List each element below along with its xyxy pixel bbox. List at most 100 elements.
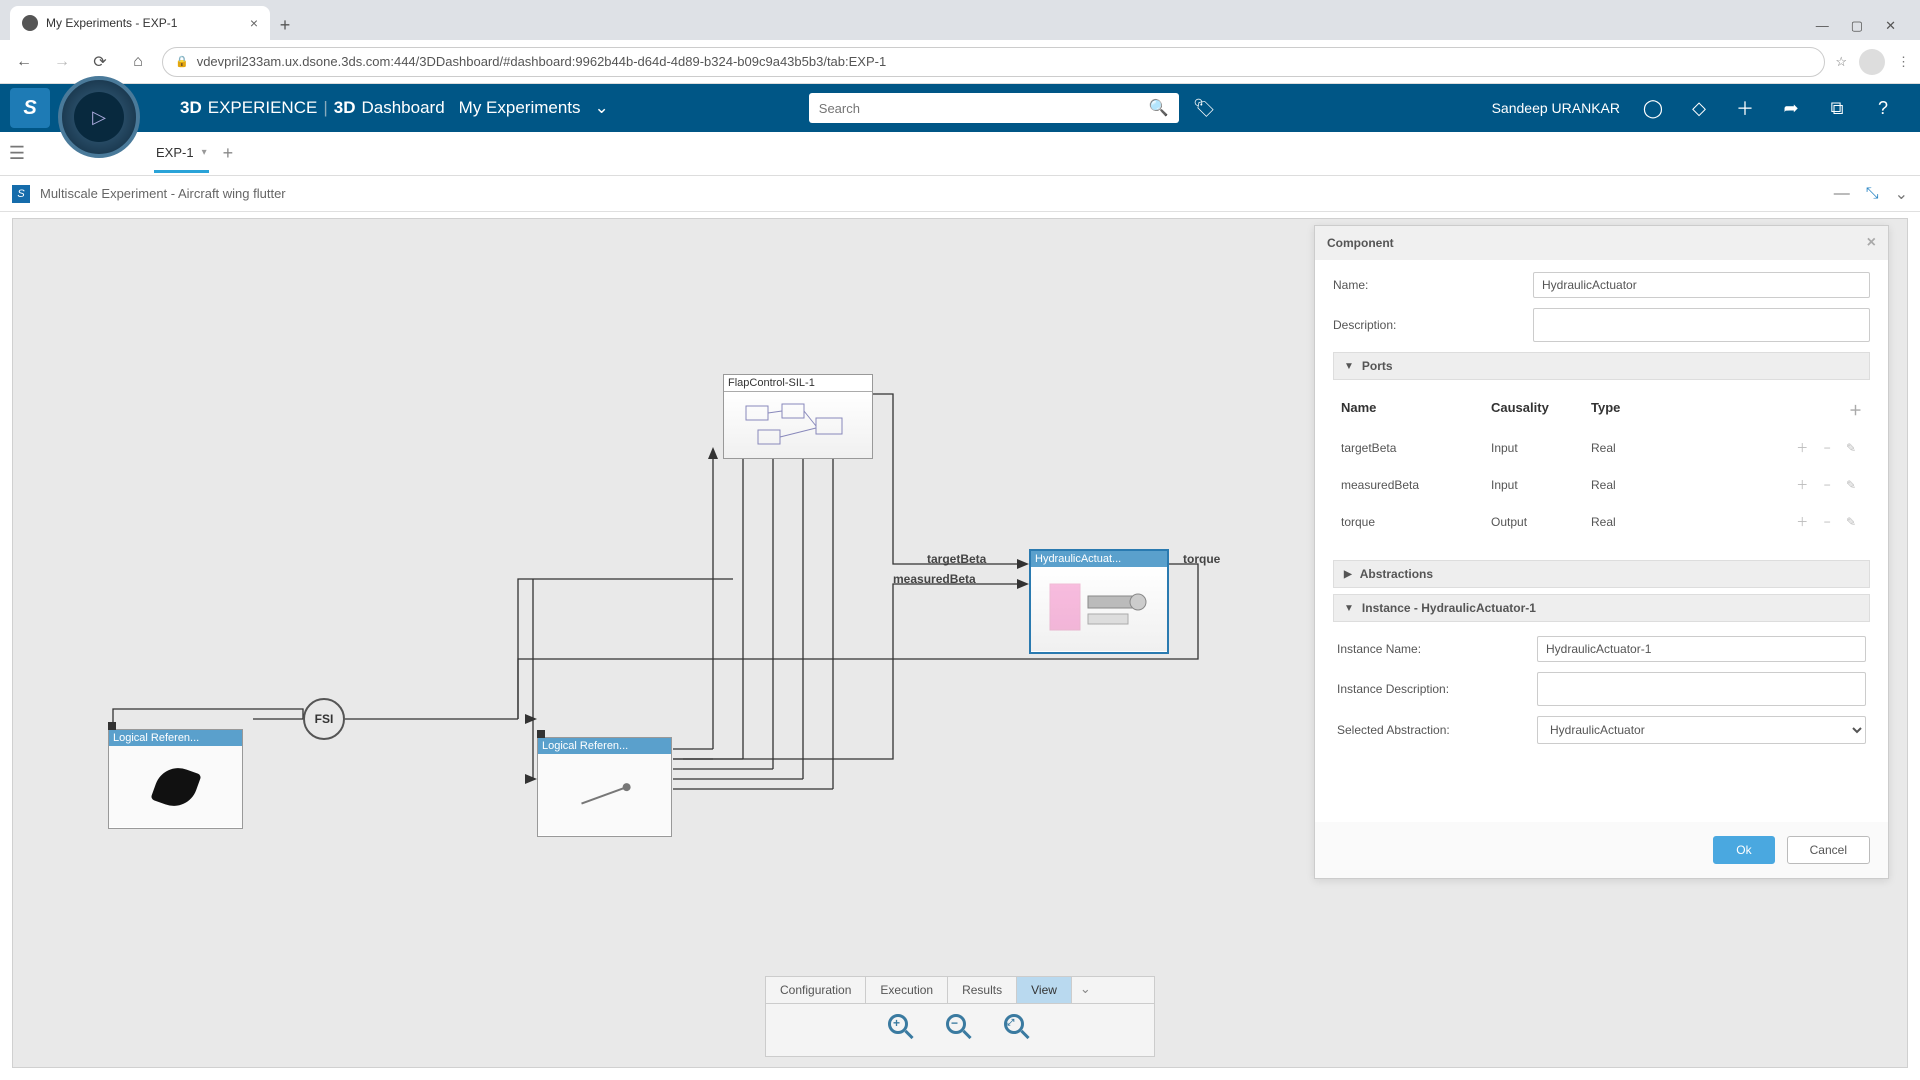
section-label: Abstractions <box>1360 567 1433 581</box>
minimize-widget-icon[interactable]: — <box>1834 185 1850 203</box>
ds-logo[interactable]: S <box>10 88 50 128</box>
home-button[interactable]: ⌂ <box>124 48 152 76</box>
widget-menu-icon[interactable]: ⌄ <box>1895 184 1908 204</box>
fsi-node[interactable]: FSI <box>303 698 345 740</box>
port-actions[interactable]: ＋ − ✎ <box>1691 439 1862 456</box>
experiment-bar: S Multiscale Experiment - Aircraft wing … <box>0 176 1920 212</box>
tab-configuration[interactable]: Configuration <box>766 977 866 1003</box>
select-abstraction[interactable]: HydraulicActuator <box>1537 716 1866 744</box>
section-abstractions[interactable]: ▶Abstractions <box>1333 560 1870 588</box>
ports-table: Name Causality Type ＋ targetBeta Input R… <box>1333 390 1870 540</box>
profile-avatar[interactable] <box>1859 49 1885 75</box>
share-icon[interactable]: ➦ <box>1778 95 1804 121</box>
triangle-down-icon: ▼ <box>1344 361 1354 372</box>
brand-3d-2: 3D <box>334 98 356 118</box>
tab-view[interactable]: View <box>1017 977 1072 1003</box>
ok-button[interactable]: Ok <box>1713 836 1774 864</box>
add-port-icon[interactable]: ＋ <box>1691 400 1862 419</box>
node-hydraulic-actuator[interactable]: HydraulicActuat... <box>1029 549 1169 654</box>
fsi-label: FSI <box>315 712 334 726</box>
forward-button[interactable]: → <box>48 48 76 76</box>
section-instance[interactable]: ▼Instance - HydraulicActuator-1 <box>1333 594 1870 622</box>
brand-sep: | <box>323 98 327 118</box>
notification-icon[interactable]: ◇ <box>1686 95 1712 121</box>
search-box[interactable]: 🔍 <box>809 93 1179 123</box>
canvas[interactable]: FSI Logical Referen... Logical Referen..… <box>12 218 1908 1068</box>
url-field[interactable]: 🔒 vdevpril233am.ux.dsone.3ds.com:444/3DD… <box>162 47 1825 77</box>
port-causality: Input <box>1491 478 1591 492</box>
input-name[interactable] <box>1533 272 1870 298</box>
header-right: Sandeep URANKAR ◯ ◇ ＋ ➦ ⧉ ? <box>1492 95 1920 121</box>
label-instance-desc: Instance Description: <box>1337 682 1537 696</box>
ports-head: Name Causality Type ＋ <box>1333 390 1870 429</box>
reload-button[interactable]: ⟳ <box>86 48 114 76</box>
menu-icon[interactable]: ⋮ <box>1897 54 1910 70</box>
node-body <box>538 754 671 835</box>
input-instance-desc[interactable] <box>1537 672 1866 706</box>
app-header: S ▷ 3DEXPERIENCE | 3DDashboard My Experi… <box>0 84 1920 132</box>
address-bar: ← → ⟳ ⌂ 🔒 vdevpril233am.ux.dsone.3ds.com… <box>0 40 1920 84</box>
label-instance-name: Instance Name: <box>1337 642 1537 656</box>
experiment-icon: S <box>12 185 30 203</box>
add-tab-button[interactable]: + <box>223 143 234 164</box>
browser-tab[interactable]: My Experiments - EXP-1 × <box>10 6 270 40</box>
port-handle[interactable] <box>108 722 116 730</box>
port-label-measuredbeta: measuredBeta <box>893 572 976 586</box>
new-tab-button[interactable]: + <box>270 10 300 40</box>
needle-icon <box>581 785 629 804</box>
node-title: Logical Referen... <box>538 738 671 754</box>
sub-header: ☰ EXP-1 ▾ + <box>0 132 1920 176</box>
addr-right: ☆ ⋮ <box>1835 49 1910 75</box>
window-controls: — ▢ ✕ <box>1816 18 1910 40</box>
panel-close-icon[interactable]: × <box>1867 234 1876 252</box>
search-input[interactable] <box>819 101 1149 116</box>
panel-title: Component <box>1327 236 1394 250</box>
search-icon[interactable]: 🔍 <box>1149 98 1169 118</box>
zoom-out-icon[interactable]: − <box>946 1014 974 1042</box>
port-actions[interactable]: ＋ − ✎ <box>1691 476 1862 493</box>
input-instance-name[interactable] <box>1537 636 1866 662</box>
compass-icon[interactable]: ▷ <box>58 76 140 158</box>
tab-results[interactable]: Results <box>948 977 1017 1003</box>
port-name: targetBeta <box>1341 441 1491 455</box>
zoom-fit-icon[interactable]: ⤢ <box>1004 1014 1032 1042</box>
help-icon[interactable]: ? <box>1870 95 1896 121</box>
node-title: Logical Referen... <box>109 730 242 746</box>
tab-chevron-icon[interactable]: ▾ <box>202 147 207 158</box>
cancel-button[interactable]: Cancel <box>1787 836 1870 864</box>
node-logical-2[interactable]: Logical Referen... <box>537 737 672 837</box>
star-icon[interactable]: ☆ <box>1835 54 1847 70</box>
chevron-down-icon[interactable]: ⌄ <box>595 98 609 118</box>
tab-exp1[interactable]: EXP-1 ▾ <box>154 135 209 173</box>
tab-close-icon[interactable]: × <box>250 15 258 31</box>
col-type: Type <box>1591 400 1691 419</box>
view-icons: + − ⤢ <box>766 1004 1154 1056</box>
tab-execution[interactable]: Execution <box>866 977 948 1003</box>
panel-body: Name: Description: ▼Ports Name Causality… <box>1315 260 1888 762</box>
back-button[interactable]: ← <box>10 48 38 76</box>
node-body <box>1031 567 1167 651</box>
zoom-in-icon[interactable]: + <box>888 1014 916 1042</box>
tag-icon[interactable]: 🏷 <box>1193 98 1216 119</box>
user-icon[interactable]: ◯ <box>1640 95 1666 121</box>
section-ports[interactable]: ▼Ports <box>1333 352 1870 380</box>
tab-label: EXP-1 <box>156 145 194 160</box>
brand-dashboard: Dashboard <box>361 98 444 118</box>
apps-icon[interactable]: ⧉ <box>1824 95 1850 121</box>
node-flap-control[interactable]: FlapControl-SIL-1 <box>723 374 873 459</box>
close-window-icon[interactable]: ✕ <box>1885 18 1896 34</box>
label-selected-abstraction: Selected Abstraction: <box>1337 723 1537 737</box>
url-text: vdevpril233am.ux.dsone.3ds.com:444/3DDas… <box>197 54 887 69</box>
port-actions[interactable]: ＋ − ✎ <box>1691 513 1862 530</box>
view-more-icon[interactable]: ⌄ <box>1072 977 1099 1003</box>
node-body <box>109 746 242 827</box>
port-label-torque: torque <box>1183 552 1220 566</box>
minimize-icon[interactable]: — <box>1816 18 1829 34</box>
collapse-widget-icon[interactable]: ⤡ <box>1866 185 1879 203</box>
input-description[interactable] <box>1533 308 1870 342</box>
hamburger-icon[interactable]: ☰ <box>0 143 34 164</box>
port-handle[interactable] <box>537 730 545 738</box>
add-icon[interactable]: ＋ <box>1732 95 1758 121</box>
node-logical-1[interactable]: Logical Referen... <box>108 729 243 829</box>
maximize-icon[interactable]: ▢ <box>1851 18 1863 34</box>
